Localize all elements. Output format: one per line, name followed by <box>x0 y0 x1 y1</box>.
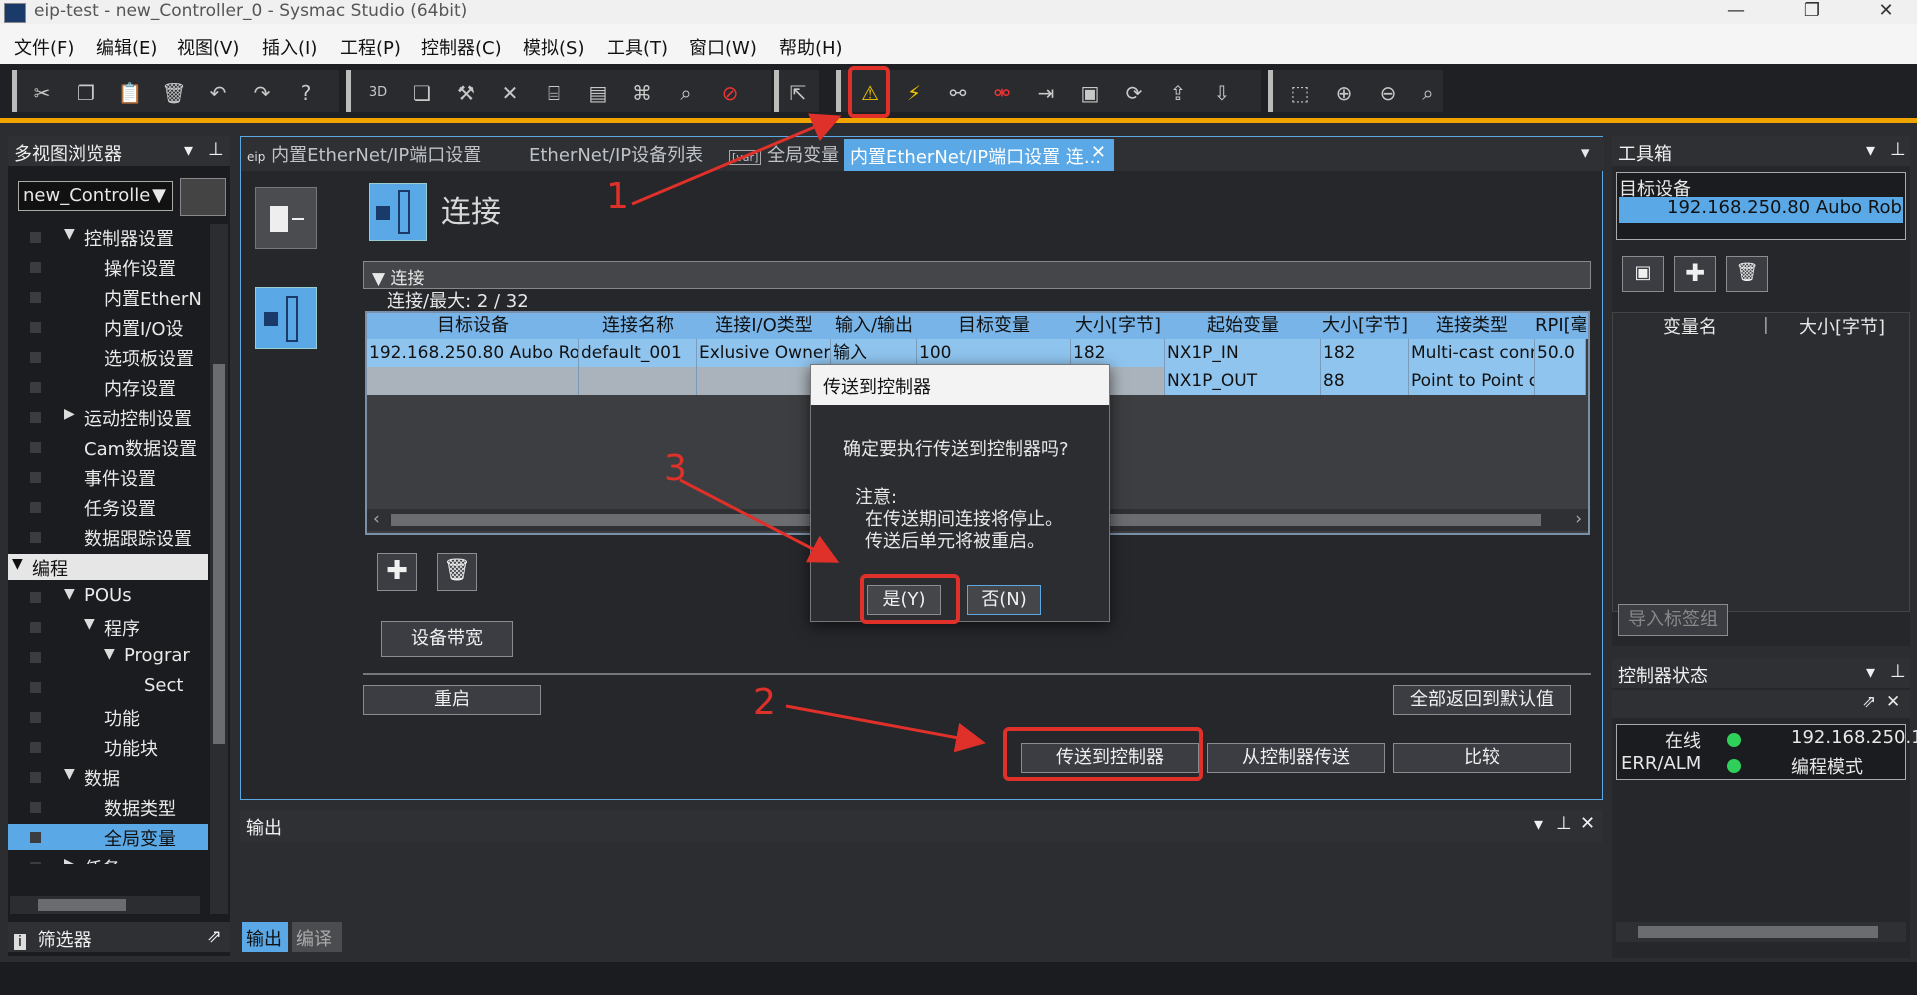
arrow-2 <box>785 704 986 753</box>
annotation-arrows <box>631 113 986 753</box>
arrow-3 <box>679 478 840 563</box>
arrow-1 <box>631 113 842 206</box>
